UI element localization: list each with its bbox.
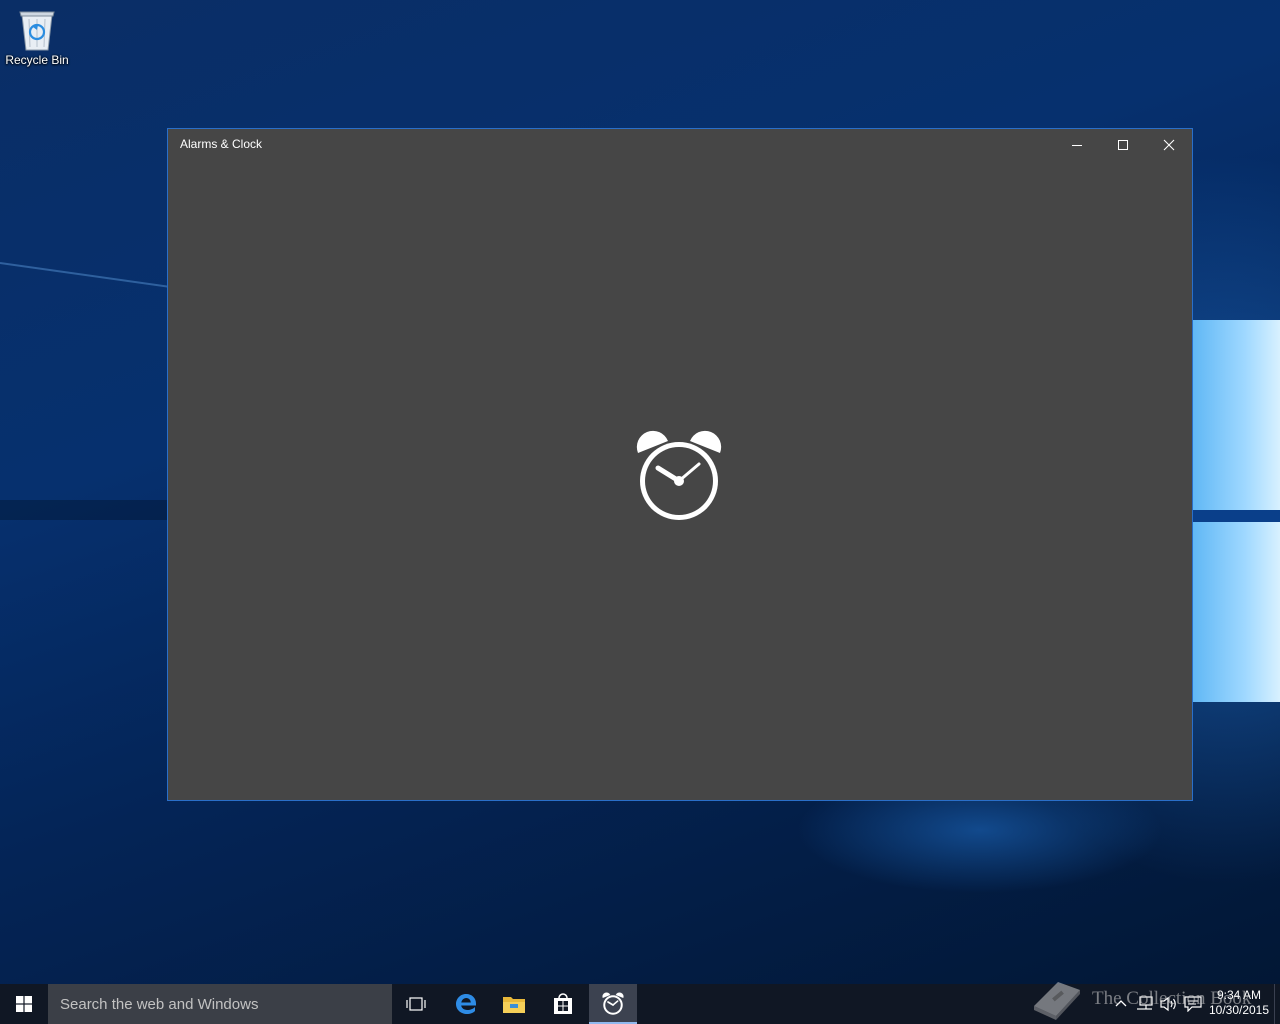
taskbar: 9:34 AM 10/30/2015 [0,984,1280,1024]
recycle-bin-icon [19,11,55,51]
windows-logo-icon [16,996,32,1012]
search-input[interactable] [48,984,392,1024]
show-desktop-button[interactable] [1274,984,1280,1024]
close-icon [1163,139,1175,150]
volume-icon[interactable] [1160,996,1178,1012]
logo-pane-top [1192,320,1280,510]
logo-pane-bottom [1192,522,1280,702]
task-view-icon [406,997,426,1011]
edge-icon [456,994,476,1014]
edge-taskbar-button[interactable] [442,984,490,1024]
alarms-clock-taskbar-button[interactable] [589,984,637,1024]
file-explorer-icon [503,997,525,1013]
store-taskbar-button[interactable] [539,984,587,1024]
windows-logo-wallpaper [1192,290,1280,730]
recycle-bin-label: Recycle Bin [5,53,69,67]
alarms-clock-icon [602,992,624,1015]
taskbar-clock[interactable]: 9:34 AM 10/30/2015 [1208,988,1270,1018]
alarms-clock-window[interactable]: Alarms & Clock [167,128,1193,801]
logo-pane-gap [1192,510,1280,522]
title-bar[interactable]: Alarms & Clock [168,129,1192,160]
store-icon [554,993,572,1014]
minimize-icon [1072,144,1082,146]
minimize-button[interactable] [1054,129,1100,160]
clock-date: 10/30/2015 [1208,1003,1270,1017]
wallpaper-shadow-band [0,500,170,520]
file-explorer-taskbar-button[interactable] [490,984,538,1024]
show-hidden-icons-chevron-icon[interactable] [1114,996,1128,1010]
clock-time: 9:34 AM [1216,988,1262,1002]
network-icon[interactable] [1136,996,1154,1012]
maximize-icon [1118,139,1128,150]
close-button[interactable] [1146,129,1192,160]
start-button[interactable] [0,984,48,1024]
action-center-icon[interactable] [1184,996,1202,1012]
window-title: Alarms & Clock [180,137,263,151]
recycle-bin-shortcut[interactable]: Recycle Bin [4,6,70,76]
search-box[interactable] [48,984,392,1024]
task-view-button[interactable] [392,984,440,1024]
maximize-button[interactable] [1100,129,1146,160]
alarm-clock-icon [636,430,722,520]
